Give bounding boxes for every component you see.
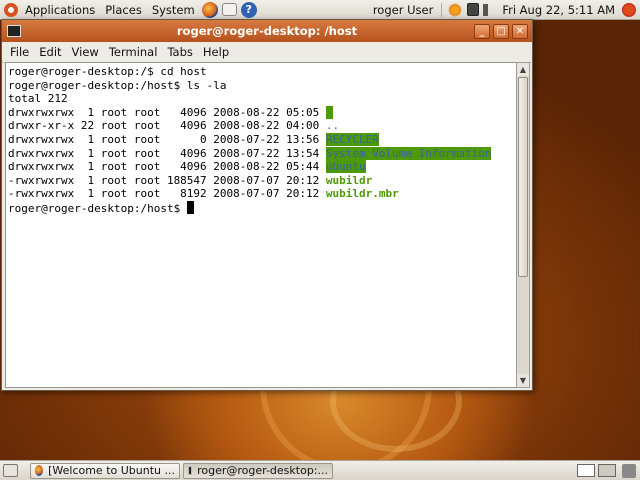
terminal-line-text: -rwxrwxrwx 1 root root 188547 2008-07-07…: [8, 173, 326, 187]
taskbar-item-terminal[interactable]: roger@roger-desktop:...: [183, 462, 333, 479]
ubuntu-logo-icon[interactable]: [4, 2, 18, 17]
maximize-button[interactable]: □: [493, 23, 509, 39]
terminal-line: drwxr-xr-x 22 root root 4096 2008-08-22 …: [8, 119, 514, 133]
workspace-1[interactable]: [577, 464, 595, 477]
terminal-line: drwxrwxrwx 1 root root 4096 2008-07-22 1…: [8, 146, 514, 161]
menu-places[interactable]: Places: [100, 3, 147, 17]
terminal-line: roger@roger-desktop:/host$: [8, 200, 514, 216]
terminal-line: total 212: [8, 92, 514, 106]
window-menubar: File Edit View Terminal Tabs Help: [2, 42, 532, 63]
bottom-panel: [Welcome to Ubuntu ... roger@roger-deskt…: [0, 460, 640, 480]
minimize-button[interactable]: _: [474, 23, 490, 39]
window-controls: _ □ ✕: [471, 23, 528, 39]
terminal-line: drwxrwxrwx 1 root root 0 2008-07-22 13:5…: [8, 132, 514, 147]
file-name: .: [325, 105, 333, 119]
menu-tabs[interactable]: Tabs: [162, 45, 197, 59]
file-name: wubildr: [325, 173, 373, 187]
show-desktop-icon[interactable]: [3, 464, 18, 477]
workspace-2[interactable]: [598, 464, 616, 477]
window-title: roger@roger-desktop: /host: [176, 24, 358, 38]
terminal-icon: [188, 466, 193, 475]
terminal-line-text: drwxr-xr-x 22 root root 4096 2008-08-22 …: [8, 119, 326, 133]
terminal-line-text: roger@roger-desktop:/host$: [8, 201, 187, 215]
mail-launcher-icon[interactable]: [221, 3, 237, 16]
file-name: ..: [325, 119, 340, 133]
close-button[interactable]: ✕: [512, 23, 528, 39]
firefox-icon: [35, 465, 44, 476]
menu-help[interactable]: Help: [198, 45, 234, 59]
file-name: wubildr.mbr: [325, 187, 399, 201]
terminal-line: roger@roger-desktop:/$ cd host: [8, 65, 514, 79]
trash-icon[interactable]: [622, 463, 636, 478]
file-name: ubuntu: [325, 160, 366, 174]
terminal-scrollbar[interactable]: ▲ ▼: [516, 62, 530, 388]
menu-terminal[interactable]: Terminal: [104, 45, 163, 59]
menu-applications[interactable]: Applications: [20, 3, 100, 17]
power-button-icon[interactable]: [622, 2, 636, 17]
menu-view[interactable]: View: [67, 45, 104, 59]
taskbar-item-firefox[interactable]: [Welcome to Ubuntu ...: [30, 462, 180, 479]
taskbar-item-label: [Welcome to Ubuntu ...: [48, 464, 175, 477]
terminal-line-text: -rwxrwxrwx 1 root root 8192 2008-07-07 2…: [8, 187, 326, 201]
firefox-launcher-icon[interactable]: [201, 1, 218, 18]
terminal-line: -rwxrwxrwx 1 root root 188547 2008-07-07…: [8, 174, 514, 188]
terminal-line-text: drwxrwxrwx 1 root root 4096 2008-07-22 1…: [8, 146, 326, 160]
network-icon[interactable]: [467, 3, 480, 16]
menu-edit[interactable]: Edit: [34, 45, 66, 59]
file-name: System Volume Information: [325, 146, 492, 160]
terminal-line: drwxrwxrwx 1 root root 4096 2008-08-22 0…: [8, 160, 514, 174]
panel-separator: [441, 2, 443, 17]
clock[interactable]: Fri Aug 22, 5:11 AM: [497, 3, 620, 17]
scroll-up-icon[interactable]: ▲: [517, 63, 529, 76]
top-panel: Applications Places System ? roger User …: [0, 0, 640, 20]
text-cursor: [186, 200, 194, 214]
terminal-line-text: drwxrwxrwx 1 root root 4096 2008-08-22 0…: [8, 160, 326, 174]
terminal-text: roger@roger-desktop:/$ cd host roger@roge…: [6, 63, 516, 218]
terminal-line-text: roger@roger-desktop:/$ cd host: [8, 65, 207, 78]
menu-file[interactable]: File: [5, 45, 34, 59]
panel-tray: roger User Fri Aug 22, 5:11 AM: [368, 0, 640, 19]
window-titlebar[interactable]: roger@roger-desktop: /host _ □ ✕: [2, 20, 532, 42]
terminal-line: drwxrwxrwx 1 root root 4096 2008-08-22 0…: [8, 105, 514, 120]
help-launcher-icon[interactable]: ?: [240, 1, 257, 18]
menu-system[interactable]: System: [147, 3, 200, 17]
terminal-window: roger@roger-desktop: /host _ □ ✕ File Ed…: [1, 19, 533, 391]
terminal-line-text: drwxrwxrwx 1 root root 0 2008-07-22 13:5…: [8, 132, 326, 146]
user-switcher[interactable]: roger User: [368, 3, 438, 17]
volume-icon[interactable]: [483, 3, 496, 16]
terminal-line: roger@roger-desktop:/host$ ls -la: [8, 79, 514, 93]
terminal-output[interactable]: roger@roger-desktop:/$ cd host roger@roge…: [5, 62, 517, 388]
update-notifier-icon[interactable]: [447, 1, 464, 18]
taskbar-item-label: roger@roger-desktop:...: [197, 464, 328, 477]
terminal-line: -rwxrwxrwx 1 root root 8192 2008-07-07 2…: [8, 187, 514, 201]
terminal-line-text: total 212: [8, 92, 68, 106]
scroll-down-icon[interactable]: ▼: [517, 374, 529, 387]
terminal-line-text: drwxrwxrwx 1 root root 4096 2008-08-22 0…: [8, 105, 326, 119]
terminal-line-text: roger@roger-desktop:/host$ ls -la: [8, 78, 227, 92]
terminal-app-icon[interactable]: [7, 25, 21, 37]
file-name: RECYCLER: [325, 132, 379, 146]
scrollbar-thumb[interactable]: [518, 77, 528, 277]
